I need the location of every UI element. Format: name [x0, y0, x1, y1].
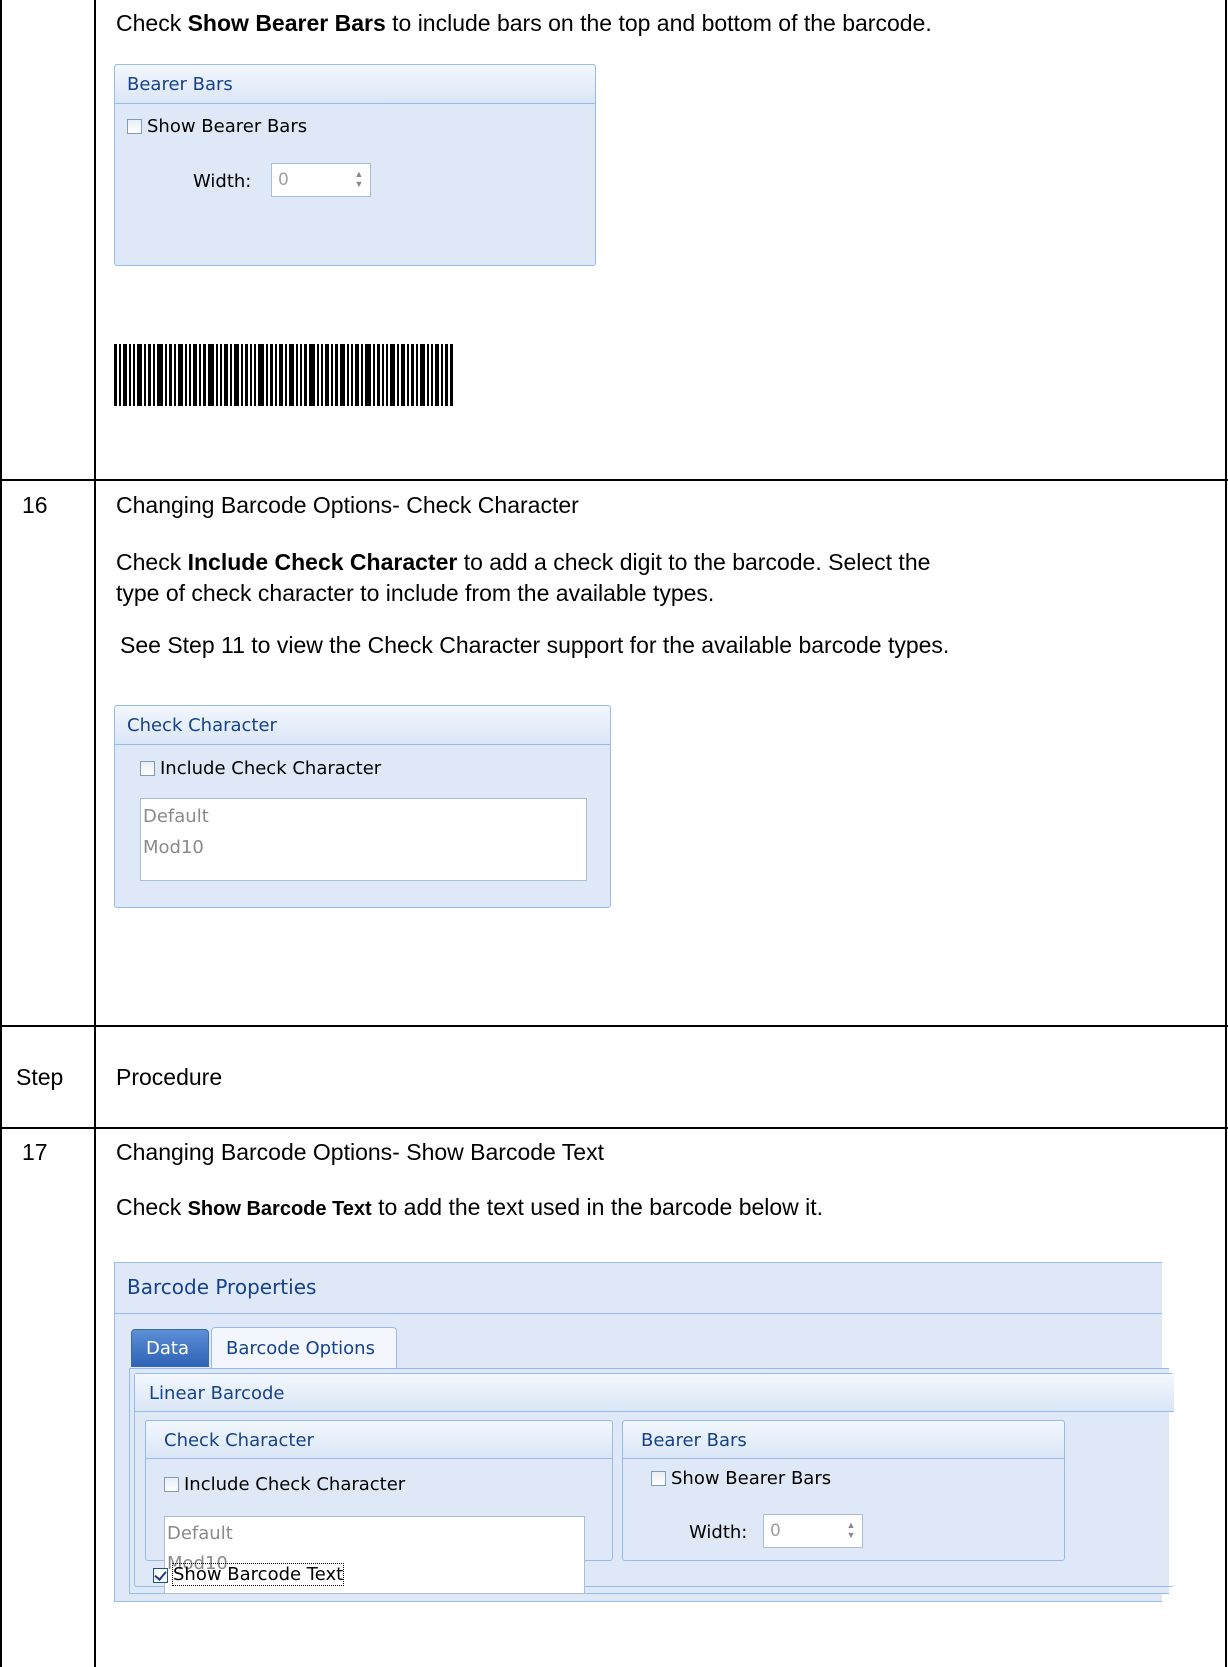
width-label: Width: — [689, 1522, 748, 1543]
title-divider — [115, 1313, 1162, 1314]
show-bearer-bars-label: Show Bearer Bars — [671, 1468, 832, 1489]
column-header-procedure: Procedure — [116, 1064, 223, 1090]
include-check-character-checkbox[interactable] — [164, 1477, 179, 1492]
panel-title: Barcode Properties — [127, 1275, 317, 1299]
tab-barcode-options[interactable]: Barcode Options — [211, 1327, 397, 1369]
column-header-step: Step — [16, 1064, 64, 1090]
list-item[interactable]: Default — [167, 1523, 233, 1544]
section-header: Linear Barcode — [135, 1374, 1174, 1412]
step-heading: Changing Barcode Options- Check Characte… — [116, 492, 579, 518]
step-heading: Changing Barcode Options- Show Barcode T… — [116, 1139, 604, 1165]
show-barcode-text-checkbox[interactable] — [153, 1568, 168, 1583]
barcode-properties-panel: Barcode Properties Data Barcode Options … — [114, 1262, 1174, 1602]
table-left-border — [0, 0, 2, 1667]
group-header: Check Character — [115, 706, 610, 745]
include-check-character-label: Include Check Character — [160, 758, 382, 779]
list-item[interactable]: Mod10 — [143, 837, 204, 858]
list-item[interactable]: Default — [143, 806, 209, 827]
bearer-bars-group: Bearer Bars Show Bearer Bars Width: 0 ▲ ▼ — [622, 1420, 1065, 1561]
step-paragraph-line1: Check Include Check Character to add a c… — [116, 549, 931, 575]
spinner-arrows-icon[interactable]: ▲ ▼ — [352, 169, 366, 191]
bearer-bars-group: Bearer Bars Show Bearer Bars Width: 0 ▲ ▼ — [114, 64, 596, 266]
step-paragraph-note: See Step 11 to view the Check Character … — [120, 632, 950, 658]
show-barcode-text-label: Show Barcode Text — [171, 1563, 345, 1586]
include-check-character-checkbox[interactable] — [140, 761, 155, 776]
row-divider — [0, 1127, 1228, 1129]
show-bearer-bars-label: Show Bearer Bars — [147, 116, 308, 137]
show-bearer-bars-checkbox[interactable] — [127, 119, 142, 134]
step-number: 16 — [22, 492, 48, 518]
check-character-list[interactable]: Default Mod10 — [140, 798, 587, 881]
tab-body: Linear Barcode Check Character Include C… — [129, 1368, 1174, 1594]
tab-data[interactable]: Data — [131, 1329, 209, 1367]
row-divider — [0, 1025, 1228, 1027]
check-character-group: Check Character Include Check Character … — [114, 705, 611, 908]
step-number: 17 — [22, 1139, 48, 1165]
include-check-character-label: Include Check Character — [184, 1474, 406, 1495]
width-label: Width: — [193, 171, 252, 192]
group-header: Bearer Bars — [115, 65, 595, 104]
table-column-divider — [94, 0, 96, 1667]
width-spinner[interactable]: 0 ▲ ▼ — [763, 1514, 863, 1548]
group-header: Bearer Bars — [623, 1421, 1064, 1459]
row15-instruction: Check Show Bearer Bars to include bars o… — [116, 10, 932, 36]
check-character-group: Check Character Include Check Character … — [145, 1420, 613, 1594]
step-paragraph: Check Show Barcode Text to add the text … — [116, 1194, 824, 1220]
linear-barcode-section: Linear Barcode Check Character Include C… — [134, 1373, 1174, 1594]
barcode-image — [114, 344, 453, 406]
spinner-arrows-icon[interactable]: ▲ ▼ — [844, 1520, 858, 1542]
row-divider — [0, 479, 1228, 481]
step-paragraph-line2: type of check character to include from … — [116, 580, 715, 606]
width-spinner[interactable]: 0 ▲ ▼ — [271, 163, 371, 197]
show-bearer-bars-checkbox[interactable] — [651, 1471, 666, 1486]
table-right-border — [1225, 0, 1227, 1667]
group-header: Check Character — [146, 1421, 612, 1459]
